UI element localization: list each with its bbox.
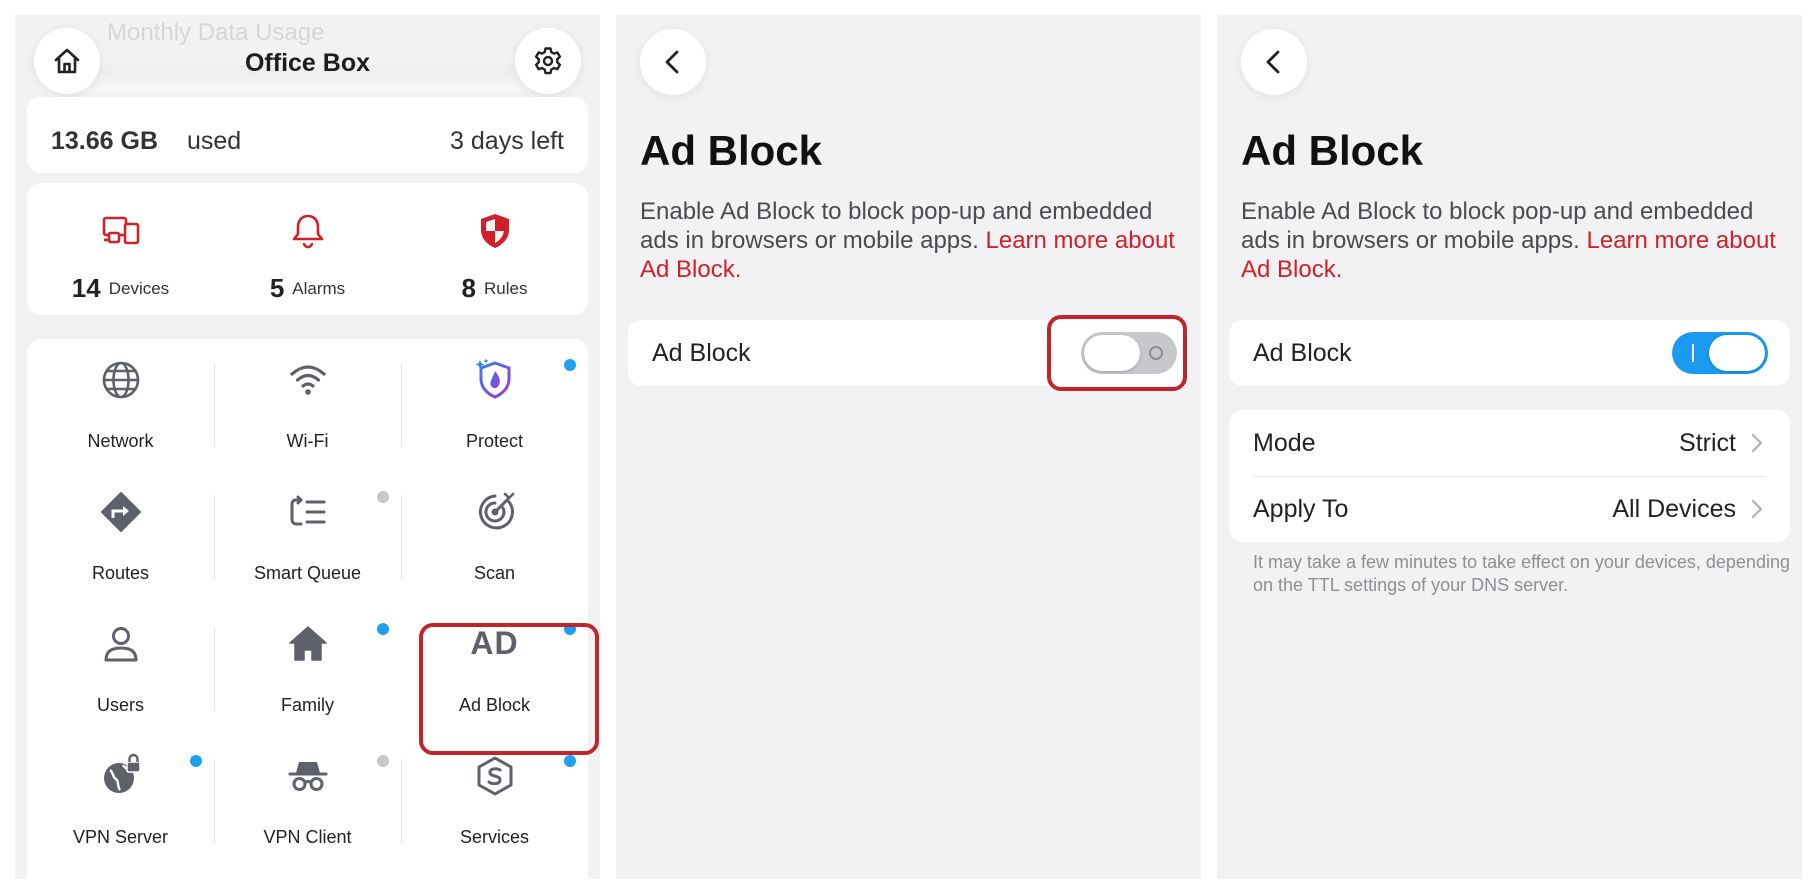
tile-label: Network: [87, 431, 154, 451]
shield-icon: [480, 214, 509, 248]
protect-icon: [475, 358, 510, 399]
notification-dot: [377, 755, 389, 767]
tile-label: Services: [459, 827, 530, 847]
days-left: 3 days left: [450, 127, 564, 155]
tile-vpn-server[interactable]: VPN Server: [27, 735, 214, 867]
ad-block-disabled-panel: Ad Block Enable Ad Block to block pop-up…: [616, 15, 1201, 879]
services-icon: [477, 756, 512, 796]
tile-network[interactable]: Network: [27, 339, 214, 471]
tile-label: Routes: [91, 563, 150, 583]
tile-services[interactable]: Services: [401, 735, 588, 867]
notification-dot: [564, 755, 576, 767]
tile-wifi[interactable]: Wi-Fi: [214, 339, 401, 471]
ad-block-description: Enable Ad Block to block pop-up and embe…: [640, 197, 1185, 284]
settings-button[interactable]: [515, 28, 581, 94]
apply-to-row[interactable]: Apply To All Devices: [1229, 476, 1790, 542]
tile-scan[interactable]: Scan: [401, 471, 588, 603]
gear-icon: [534, 47, 562, 75]
notification-dot: [190, 755, 202, 767]
tile-label: Wi-Fi: [286, 431, 329, 451]
tile-protect[interactable]: Protect: [401, 339, 588, 471]
apply-to-value: All Devices: [1612, 495, 1736, 523]
device-dashboard-panel: Monthly Data Usage Office Box 13.66 GB u…: [15, 15, 600, 879]
chevron-right-icon: [1751, 499, 1763, 519]
tile-label: VPN Client: [263, 827, 352, 847]
stat-label: Devices: [108, 278, 170, 298]
toggle-highlight: [1047, 315, 1187, 391]
notification-dot: [377, 491, 389, 503]
tile-label: Protect: [465, 431, 524, 451]
scan-icon: [478, 492, 514, 530]
tile-label: Family: [281, 695, 334, 715]
tile-users[interactable]: Users: [27, 603, 214, 735]
back-button[interactable]: [1241, 29, 1307, 95]
stat-label: Rules: [484, 278, 528, 298]
tile-label: VPN Server: [72, 827, 169, 847]
ad-block-toggle[interactable]: [1672, 332, 1768, 374]
stats-card: 14 Devices 5 Alarms 8 Rules: [27, 183, 588, 315]
user-icon: [104, 627, 137, 662]
stat-devices[interactable]: 14 Devices: [27, 183, 214, 315]
feature-grid: Network Wi-Fi Protect Routes Smart Queue…: [27, 339, 599, 879]
notification-dot: [377, 623, 389, 635]
ad-block-settings-card: Mode Strict Apply To All Devices: [1229, 410, 1790, 542]
back-button[interactable]: [640, 29, 706, 95]
mode-value: Strict: [1679, 429, 1736, 457]
house-icon: [288, 626, 327, 661]
tile-vpn-client[interactable]: VPN Client: [214, 735, 401, 867]
mode-row[interactable]: Mode Strict: [1229, 410, 1790, 476]
data-usage-card[interactable]: 13.66 GB used 3 days left: [27, 97, 588, 173]
ad-block-description: Enable Ad Block to block pop-up and embe…: [1241, 197, 1786, 284]
usage-unit: used: [187, 127, 242, 155]
stat-rules[interactable]: 8 Rules: [401, 183, 588, 315]
chevron-left-icon: [1266, 50, 1280, 74]
toggle-on-indicator: [1692, 344, 1694, 362]
vpn-client-icon: [288, 762, 327, 791]
vpn-server-icon: [103, 753, 141, 793]
ttl-note: It may take a few minutes to take effect…: [1253, 552, 1790, 595]
globe-icon: [102, 361, 139, 399]
stat-value: 14: [71, 273, 101, 303]
apply-to-label: Apply To: [1253, 495, 1349, 523]
stat-alarms[interactable]: 5 Alarms: [214, 183, 401, 315]
ad-block-toggle-row: Ad Block: [1229, 320, 1790, 386]
tile-routes[interactable]: Routes: [27, 471, 214, 603]
page-title: Ad Block: [640, 127, 823, 174]
page-title: Ad Block: [1241, 127, 1424, 174]
mode-label: Mode: [1253, 429, 1316, 457]
toggle-knob: [1709, 335, 1765, 371]
tile-family[interactable]: Family: [214, 603, 401, 735]
wifi-icon: [289, 365, 326, 395]
usage-value: 13.66 GB: [51, 127, 159, 155]
bell-icon: [292, 214, 323, 249]
notification-dot: [564, 359, 576, 371]
stat-value: 8: [461, 273, 476, 303]
tile-label: Users: [96, 695, 144, 715]
chevron-right-icon: [1751, 433, 1763, 453]
tile-label: Scan: [473, 563, 516, 583]
toggle-label: Ad Block: [652, 339, 751, 367]
smart-queue-icon: [290, 495, 325, 526]
routes-icon: [100, 492, 141, 532]
stat-label: Alarms: [292, 278, 346, 298]
chevron-left-icon: [665, 50, 679, 74]
tile-label: Smart Queue: [253, 563, 362, 583]
ad-block-enabled-panel: Ad Block Enable Ad Block to block pop-up…: [1217, 15, 1802, 879]
ghost-heading: Monthly Data Usage: [107, 19, 325, 46]
toggle-label: Ad Block: [1253, 339, 1352, 367]
device-title: Office Box: [244, 49, 371, 77]
devices-icon: [102, 216, 139, 245]
tile-smart-queue[interactable]: Smart Queue: [214, 471, 401, 603]
stat-value: 5: [269, 273, 285, 303]
